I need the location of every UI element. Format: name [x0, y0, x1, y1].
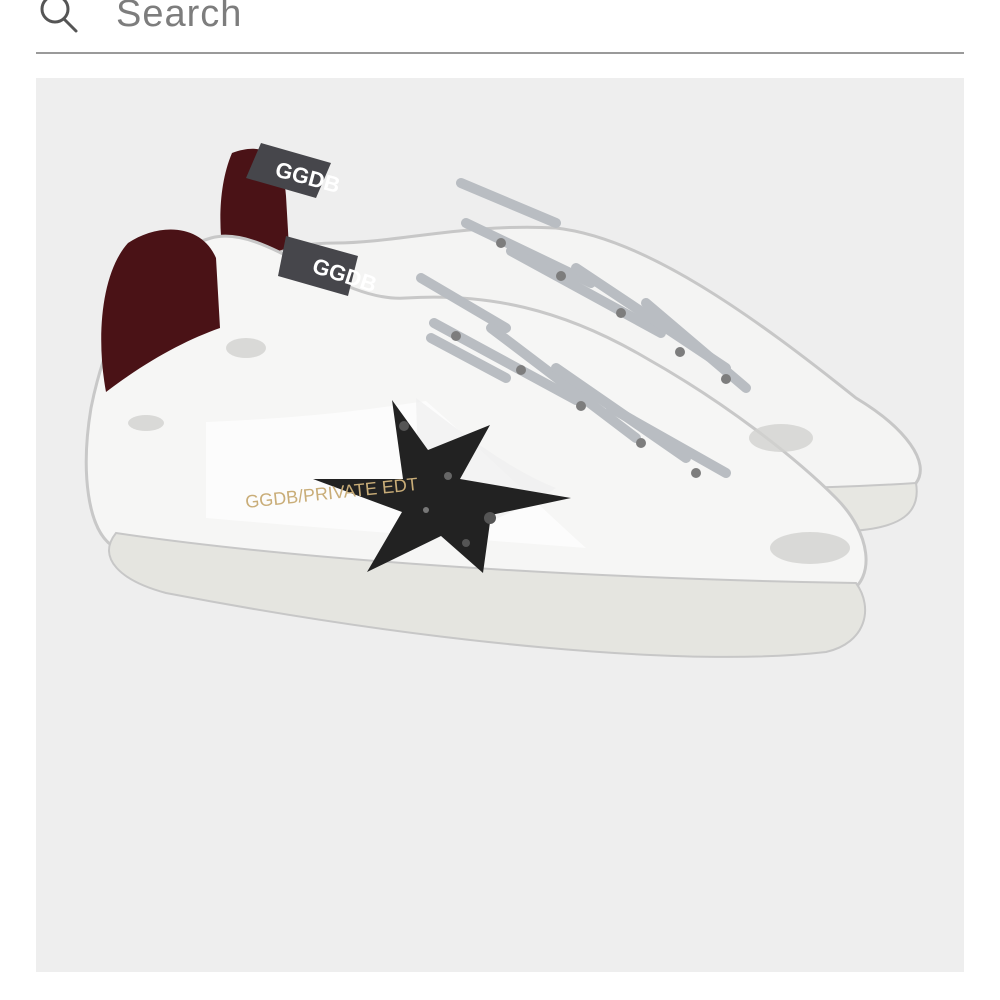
search-bar: [36, 0, 964, 54]
page: GGDB GGDB GGDB/PRIVATE E: [0, 0, 1000, 1000]
product-image[interactable]: GGDB GGDB GGDB/PRIVATE EDT: [36, 78, 964, 972]
search-input[interactable]: [116, 0, 936, 42]
sneakers-illustration: GGDB GGDB GGDB/PRIVATE EDT: [84, 143, 922, 658]
search-icon[interactable]: [36, 0, 84, 40]
